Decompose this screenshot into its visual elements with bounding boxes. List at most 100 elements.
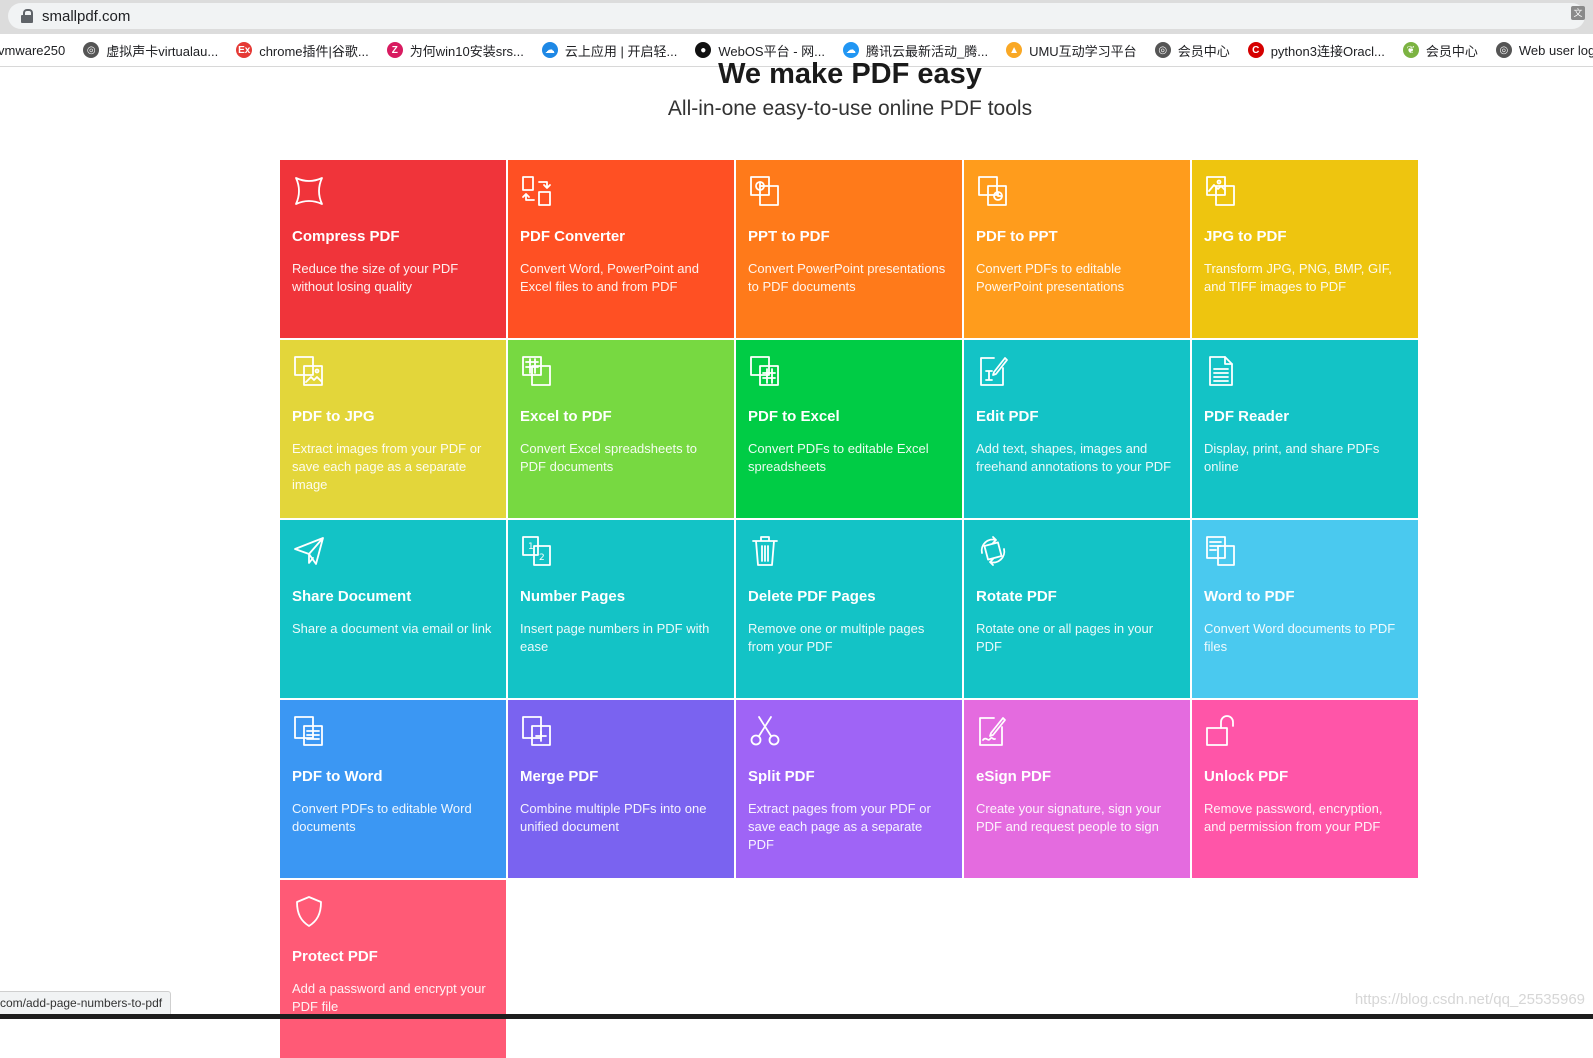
bookmark-label: chrome插件|谷歌... [259,43,369,59]
tool-tile-pdf-to-jpg[interactable]: PDF to JPG Extract images from your PDF o… [280,340,506,518]
tool-tile-pdf-reader[interactable]: PDF Reader Display, print, and share PDFs… [1192,340,1418,518]
tool-tile-ppt-to-pdf[interactable]: PPT to PDF Convert PowerPoint presentatio… [736,160,962,338]
bookmark-item[interactable]: vmware250 [0,43,65,58]
lock-icon[interactable] [20,9,34,23]
tool-tile-split-pdf[interactable]: Split PDF Extract pages from your PDF or … [736,700,962,878]
tool-tile-protect-pdf[interactable]: Protect PDF Add a password and encrypt yo… [280,880,506,1058]
tool-description: Convert Excel spreadsheets to PDF docume… [520,441,698,474]
bookmark-item[interactable]: ● WebOS平台 - 网... [695,41,825,60]
svg-text:1: 1 [528,542,534,552]
tool-tile-pdf-to-word[interactable]: PDF to Word Convert PDFs to editable Word… [280,700,506,878]
tool-tile-rotate-pdf[interactable]: Rotate PDF Rotate one or all pages in you… [964,520,1190,698]
bookmark-label: WebOS平台 - 网... [718,43,825,59]
unlock-icon [1206,715,1234,746]
share-icon [294,537,324,565]
excel-to-pdf-icon [522,356,551,386]
tool-description: Remove one or multiple pages from your P… [748,621,925,654]
bookmark-item[interactable]: ☁ 云上应用 | 开启轻... [541,41,678,60]
tool-description: Transform JPG, PNG, BMP, GIF, and TIFF i… [1204,261,1392,294]
tool-tile-jpg-to-pdf[interactable]: JPG to PDF Transform JPG, PNG, BMP, GIF, … [1192,160,1418,338]
jpg-to-pdf-icon [1206,176,1235,206]
tool-description: Extract pages from your PDF or save each… [748,801,931,852]
number-pages-icon: 12 [522,536,551,566]
tool-description: Add a password and encrypt your PDF file [292,981,486,1014]
tool-tile-unlock-pdf[interactable]: Unlock PDF Remove password, encryption, a… [1192,700,1418,878]
tool-description: Convert PDFs to editable Excel spreadshe… [748,441,929,474]
bookmark-item[interactable]: Z 为何win10安装srs... [386,41,524,60]
url-text[interactable]: smallpdf.com [42,8,130,25]
tool-title: PDF Reader [1204,408,1290,425]
bookmark-item[interactable]: ◎ 虚拟声卡virtualau... [83,41,218,60]
tool-title: Edit PDF [976,408,1039,425]
c-icon: C [1247,42,1264,58]
tool-tile-number-pages[interactable]: 1 2 Number Pages Insert page numbers in PDF… [508,520,734,698]
bookmark-item[interactable]: Ex chrome插件|谷歌... [236,41,369,60]
tool-tile-esign-pdf[interactable]: eSign PDF Create your signature, sign you… [964,700,1190,878]
tool-tile-delete-pdf-pages[interactable]: Delete PDF Pages Remove one or multiple p… [736,520,962,698]
tool-title: PDF Converter [520,228,626,245]
tool-title: eSign PDF [976,768,1052,785]
tool-description: Rotate one or all pages in your PDF [976,621,1154,654]
ppt-to-pdf-icon [750,176,779,206]
tool-tile-pdf-to-excel[interactable]: PDF to Excel Convert PDFs to editable Exc… [736,340,962,518]
tool-description: Convert Word documents to PDF files [1204,621,1396,654]
bookmark-label: 为何win10安装srs... [409,43,524,59]
translate-icon[interactable]: 文 [1571,6,1585,20]
bookmark-label: python3连接Oracl... [1270,43,1385,59]
tencent-cloud-icon: ☁ [843,42,859,58]
converter-icon [522,176,551,206]
word-to-pdf-icon [1206,536,1235,566]
shield-icon [296,896,322,927]
tool-title: Unlock PDF [1204,768,1289,785]
bookmark-item[interactable]: ◎ Web user login [1495,42,1593,58]
tool-description: Create your signature, sign your PDF and… [976,801,1161,834]
omnibox[interactable]: smallpdf.com [8,3,1585,29]
bookmark-item[interactable]: ◎ 会员中心 [1154,41,1230,60]
tools-grid: Compress PDF Reduce the size of your PDF … [280,160,1418,1058]
pdf-to-excel-icon [750,356,779,386]
bookmark-item[interactable]: ❦ 会员中心 [1402,41,1478,60]
tool-description: Convert PDFs to editable PowerPoint pres… [976,261,1125,294]
tool-tile-pdf-converter[interactable]: PDF Converter Convert Word, PowerPoint an… [508,160,734,338]
leaf-icon: ❦ [1402,42,1419,58]
tool-title: PDF to Excel [748,408,840,425]
tool-title: PDF to JPG [292,408,375,425]
trash-icon [752,536,778,566]
svg-text:2: 2 [539,553,545,563]
tool-title: Split PDF [748,768,815,785]
bookmark-label: 会员中心 [1177,43,1230,59]
bookmark-label: 云上应用 | 开启轻... [564,43,678,59]
status-bar-url: com/add-page-numbers-to-pdf [0,991,172,1015]
bookmark-label: UMU互动学习平台 [1029,43,1137,59]
bookmark-label: 会员中心 [1425,43,1478,59]
tool-description: Convert Word, PowerPoint and Excel files… [520,261,699,294]
tool-description: Convert PowerPoint presentations to PDF … [748,261,946,294]
tool-title: Merge PDF [520,768,599,785]
tool-title: PDF to PPT [976,228,1058,245]
watermark: https://blog.csdn.net/qq_25535969 [1354,991,1585,1008]
bookmark-label: 虚拟声卡virtualau... [106,43,219,59]
bookmark-item[interactable]: ☁ 腾讯云最新活动_腾... [843,41,988,60]
tool-title: JPG to PDF [1204,228,1287,245]
pdf-to-ppt-icon [978,176,1007,206]
pdf-reader-icon [1209,356,1233,386]
address-bar: smallpdf.com 文 [0,0,1593,34]
tool-tile-excel-to-pdf[interactable]: Excel to PDF Convert Excel spreadsheets t… [508,340,734,518]
tool-title: Rotate PDF [976,588,1057,605]
ex-icon: Ex [236,42,253,58]
tool-tile-edit-pdf[interactable]: Edit PDF Add text, shapes, images and fre… [964,340,1190,518]
z-icon: Z [386,42,403,58]
bookmark-item[interactable]: Cpython3连接Oracl... [1247,41,1385,60]
tool-tile-compress-pdf[interactable]: Compress PDF Reduce the size of your PDF … [280,160,506,338]
tool-title: PPT to PDF [748,228,830,245]
rotate-icon [980,536,1006,566]
tool-tile-merge-pdf[interactable]: Merge PDF Combine multiple PDFs into one … [508,700,734,878]
esign-icon [979,717,1006,746]
tool-tile-pdf-to-ppt[interactable]: PDF to PPT Convert PDFs to editable Power… [964,160,1190,338]
tool-description: Convert PDFs to editable Word documents [292,801,472,834]
tool-tile-share-document[interactable]: Share Document Share a document via email… [280,520,506,698]
bookmark-item[interactable]: ▲ UMU互动学习平台 [1006,41,1137,60]
tool-title: Protect PDF [292,948,378,965]
merge-icon [522,716,551,746]
tool-tile-word-to-pdf[interactable]: Word to PDF Convert Word documents to PDF… [1192,520,1418,698]
